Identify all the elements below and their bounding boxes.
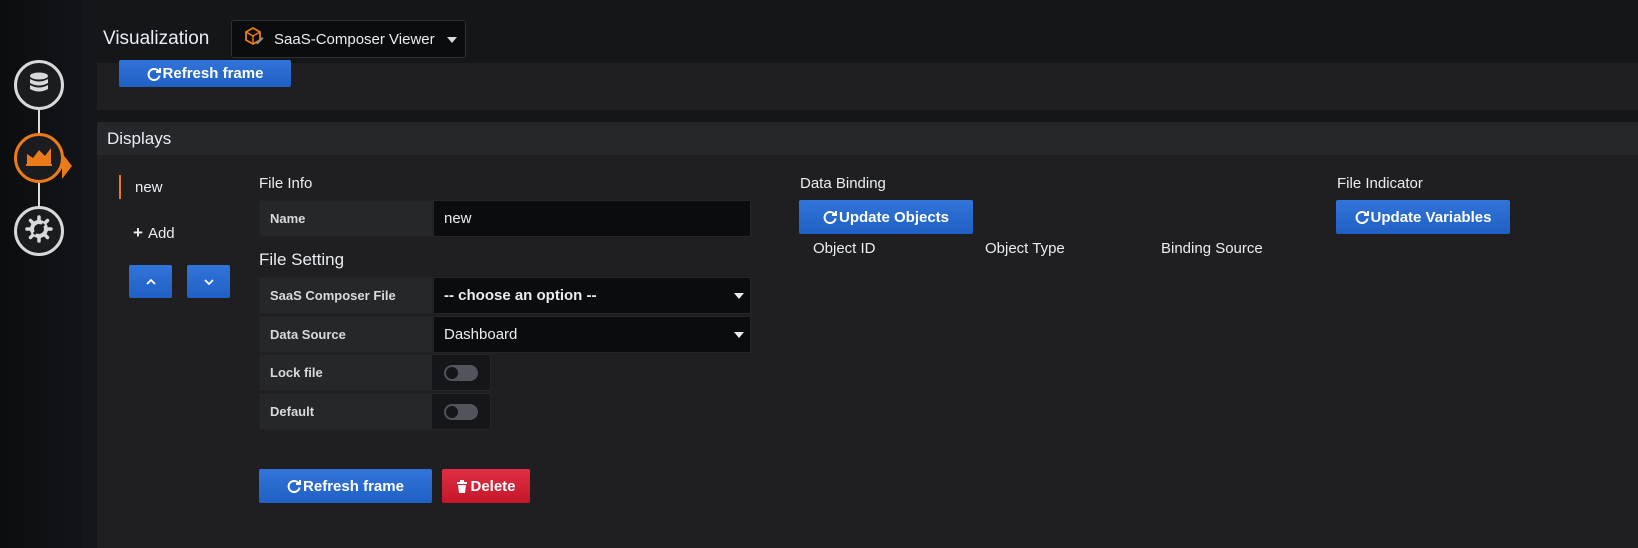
column-header-binding-source: Binding Source bbox=[1161, 240, 1263, 257]
step-query[interactable] bbox=[14, 60, 64, 110]
name-input[interactable]: new bbox=[433, 200, 751, 237]
default-label: Default bbox=[259, 393, 433, 430]
move-up-button[interactable] bbox=[129, 265, 172, 298]
displays-panel: new + Add File Info Name new File Settin… bbox=[97, 155, 1638, 548]
composer-file-select[interactable]: -- choose an option -- bbox=[433, 277, 751, 314]
chevron-down-icon bbox=[734, 293, 744, 299]
chevron-down-icon bbox=[447, 37, 457, 43]
page-title: Visualization bbox=[103, 28, 210, 49]
database-icon bbox=[26, 70, 52, 101]
update-objects-button[interactable]: Update Objects bbox=[799, 200, 973, 234]
trash-icon bbox=[456, 479, 468, 493]
lock-file-toggle-wrap bbox=[431, 354, 491, 391]
chevron-down-icon bbox=[203, 273, 214, 290]
lock-file-label: Lock file bbox=[259, 354, 433, 391]
column-header-object-type: Object Type bbox=[985, 240, 1065, 257]
visualization-type-value: SaaS-Composer Viewer bbox=[274, 30, 435, 48]
default-toggle[interactable] bbox=[444, 404, 478, 420]
settings-icon bbox=[25, 214, 53, 248]
file-setting-title: File Setting bbox=[259, 250, 345, 269]
chevron-up-icon bbox=[145, 273, 156, 290]
refresh-icon bbox=[1355, 210, 1369, 224]
display-item-new[interactable]: new bbox=[135, 179, 163, 196]
active-step-arrow bbox=[62, 153, 72, 179]
column-header-object-id: Object ID bbox=[813, 240, 876, 257]
saas-composer-icon bbox=[242, 26, 264, 53]
step-visualization[interactable] bbox=[14, 133, 64, 183]
step-settings[interactable] bbox=[14, 206, 64, 256]
visualization-type-select[interactable]: SaaS-Composer Viewer bbox=[231, 20, 466, 58]
step-rail bbox=[0, 0, 82, 548]
displays-section-title: Displays bbox=[97, 122, 1638, 155]
update-variables-button[interactable]: Update Variables bbox=[1336, 200, 1510, 234]
plus-icon: + bbox=[133, 223, 143, 242]
refresh-icon bbox=[147, 67, 161, 81]
refresh-frame-button-top[interactable]: Refresh frame bbox=[119, 60, 291, 87]
active-item-indicator bbox=[119, 175, 121, 199]
delete-button[interactable]: Delete bbox=[442, 469, 530, 503]
name-label: Name bbox=[259, 200, 433, 237]
default-toggle-wrap bbox=[431, 393, 491, 430]
add-display-button[interactable]: + Add bbox=[133, 223, 175, 243]
refresh-icon bbox=[287, 479, 302, 493]
refresh-icon bbox=[823, 210, 837, 224]
data-source-label: Data Source bbox=[259, 316, 433, 353]
chevron-down-icon bbox=[734, 332, 744, 338]
refresh-frame-button[interactable]: Refresh frame bbox=[259, 469, 432, 503]
composer-file-label: SaaS Composer File bbox=[259, 277, 433, 314]
lock-file-toggle[interactable] bbox=[444, 365, 478, 381]
move-down-button[interactable] bbox=[187, 265, 230, 298]
file-info-title: File Info bbox=[259, 175, 313, 192]
file-indicator-title: File Indicator bbox=[1337, 175, 1423, 192]
data-source-select[interactable]: Dashboard bbox=[433, 316, 751, 353]
visualization-header: Visualization SaaS-Composer Viewer bbox=[82, 0, 1638, 65]
data-binding-title: Data Binding bbox=[800, 175, 886, 192]
chart-area-icon bbox=[25, 144, 53, 173]
options-panel: Refresh frame bbox=[97, 60, 1638, 110]
